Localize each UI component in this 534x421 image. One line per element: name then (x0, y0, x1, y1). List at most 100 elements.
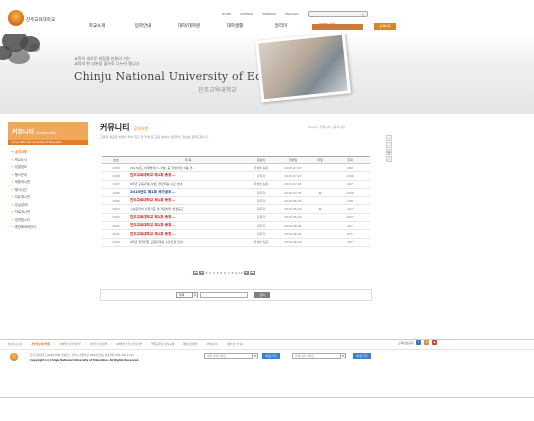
page-number[interactable]: 6 (224, 271, 227, 275)
table-row: 1939 2015년도 하계방학(7~8월) 중 학생식당 식품 안... 학생처 … (102, 163, 370, 173)
page-number[interactable]: 8 (231, 271, 234, 275)
cell-date: 2015-06-29 (276, 204, 310, 214)
university-logo[interactable]: 진주교육대학교 (8, 10, 68, 28)
footer-link-8[interactable]: 웹진 및 소식지 (227, 342, 243, 346)
facebook-icon[interactable]: f (416, 340, 422, 345)
table-row: 1936 2015년도 제1회 국가공무... 관리자 2015-07-01 ▤ 1229 (102, 188, 370, 198)
page-number[interactable]: 10 (239, 271, 244, 275)
sidebar-item-5[interactable]: 행사사진 (8, 187, 88, 195)
chevron-down-icon: ▾ (340, 354, 345, 359)
info-disclosure-label[interactable]: 교육정보공개 (398, 341, 413, 345)
file-icon[interactable]: ▤ (310, 188, 330, 198)
cell-title[interactable]: 8학년 입학전형 교원자격증 수강신청 안내 (130, 238, 246, 247)
util-home-link[interactable]: HOME (222, 12, 231, 16)
page-number[interactable]: 1 (205, 271, 208, 275)
header-search-input[interactable]: ⌕ (308, 11, 368, 17)
quick-select[interactable] (312, 24, 363, 30)
cell-file (310, 163, 330, 173)
footer-separator: | (146, 342, 148, 345)
page-number[interactable]: 5 (220, 271, 223, 275)
sidebar-item-0[interactable]: 공지사항 (8, 149, 88, 157)
page-number[interactable]: 2 (209, 271, 212, 275)
table-row: 1932 진주교육대학교 제1회 총장... 관리자 2015-06-25 907 (102, 221, 370, 231)
family-site-select-2[interactable]: 관계기관 사이트 ▾ (292, 353, 346, 359)
cell-title[interactable]: 2015년도 하계방학(7~8월) 중 학생식당 식품 안... (130, 163, 246, 173)
footer-link-7[interactable]: 관련사이트 (206, 342, 218, 346)
cell-author: 관리자 (246, 196, 276, 206)
footer-link-0[interactable]: 찾아오시는길 (8, 342, 22, 346)
sidebar-item-10[interactable]: 총장에게바란다 (8, 224, 88, 232)
footer-divider-2 (0, 349, 534, 350)
footer-link-4[interactable]: 이메일주소무단수집거부 (116, 342, 142, 346)
sidebar-item-8[interactable]: 자료게시판 (8, 209, 88, 217)
quick-button[interactable]: 홈페이지 (374, 23, 396, 30)
zoom-in-icon[interactable]: + (386, 135, 392, 141)
cell-title[interactable]: 진주교육대학교 제1회 총장... (130, 213, 246, 223)
sidebar-item-9[interactable]: 칭찬합시다 (8, 217, 88, 225)
sidebar-item-1[interactable]: 학교소식 (8, 157, 88, 165)
cell-title[interactable]: 진주교육대학교 제1회 총장... (130, 229, 246, 239)
cell-file (310, 213, 330, 223)
cell-views: 397 (330, 238, 370, 247)
cell-views: 708 (330, 196, 370, 206)
search-icon[interactable]: ⌕ (362, 12, 364, 17)
cell-title[interactable]: 진주교육대학교 제1회 총장... (130, 196, 246, 206)
cell-author: 관리자 (246, 221, 276, 231)
last-page-button[interactable]: ▶▶ (250, 271, 256, 275)
footer-link-2[interactable]: 이메일무단수집거부 (59, 342, 80, 346)
page-number[interactable]: 9 (235, 271, 238, 275)
next-page-button[interactable]: ▶ (244, 271, 250, 275)
sidebar-item-3[interactable]: 행사안내 (8, 172, 88, 180)
first-page-button[interactable]: ◀◀ (193, 271, 198, 275)
sidebar-item-2[interactable]: 입찰정보 (8, 164, 88, 172)
gnb-item-4[interactable]: 알리미 (258, 23, 304, 29)
sidebar-item-6[interactable]: 자유게시판 (8, 194, 88, 202)
board-search-input[interactable] (200, 292, 248, 298)
cell-title[interactable]: 2015년도 제1회 국가공무... (130, 188, 246, 198)
util-sitemap-link[interactable]: SITEMAP (240, 12, 253, 16)
cell-views: 260 (330, 163, 370, 173)
gnb-item-3[interactable]: 대학생활 (212, 23, 258, 29)
page-number[interactable]: 3 (213, 271, 216, 275)
footer-divider (0, 339, 534, 340)
footer-bottom-line (0, 397, 534, 398)
zoom-out-icon[interactable]: − (386, 142, 392, 148)
breadcrumb: Home | 커뮤니티 | 공지사항 (308, 125, 345, 129)
prev-page-button[interactable]: ◀ (199, 271, 204, 275)
page-description: 교육의 새로운 바탕이 되어 학교 전 학생 등 교육 분야의 실질적인 정보를… (100, 135, 209, 139)
sidebar-item-4[interactable]: 채용게시판 (8, 179, 88, 187)
util-webmail-link[interactable]: WEBMAIL (262, 12, 276, 16)
youtube-icon[interactable]: ▶ (432, 340, 438, 345)
cell-title[interactable]: 8학년 교육과정(각론) 현장적용 수요 안내 (130, 180, 246, 189)
page-number[interactable]: 7 (227, 271, 230, 275)
cell-author: 관리자 (246, 204, 276, 214)
family-site-select-1[interactable]: 대학 관련사이트 ▾ (204, 353, 258, 359)
gnb-item-0[interactable]: 학교소개 (74, 23, 120, 29)
family-site-go-2[interactable]: 바로가기 (353, 353, 371, 359)
cell-views: 1096 (330, 171, 370, 181)
cell-title[interactable]: 진주교육대학교 제1회 총장... (130, 221, 246, 231)
cell-date: 2015-06-30 (276, 196, 310, 206)
util-english-link[interactable]: ENGLISH (285, 12, 298, 16)
sidebar-item-7[interactable]: 분실/습득 (8, 202, 88, 210)
cell-no: 1930 (102, 238, 130, 247)
print-icon[interactable]: ⎙ (386, 156, 392, 162)
pagination: ◀◀ ◀ 1 2 3 4 5 6 7 8 9 10 ▶ ▶▶ (193, 271, 256, 275)
footer-link-3[interactable]: 저작권 보호정책 (90, 342, 108, 346)
footer-link-1[interactable]: 개인정보처리방침 (31, 342, 50, 346)
file-icon[interactable]: ▤ (310, 204, 330, 214)
blog-icon[interactable]: b (424, 340, 430, 345)
search-button[interactable]: 검색 (254, 292, 270, 298)
cell-title[interactable]: 시설관리비 산정기준 및 적용방안 변경공고 (130, 204, 246, 214)
table-row: 1930 8학년 입학전형 교원자격증 수강신청 안내 학생처 팀장 2015-06-… (102, 238, 370, 247)
family-site-go-1[interactable]: 바로가기 (262, 353, 280, 359)
gnb-item-2[interactable]: 대학/대학원 (166, 23, 212, 29)
footer-link-5[interactable]: 책임공개 및 정보공개 (151, 342, 174, 346)
cell-title[interactable]: 진주교육대학교 제1회 총장... (130, 171, 246, 181)
search-field-select[interactable]: 제목 ▾ (176, 292, 198, 298)
cell-date: 2015-06-23 (276, 238, 310, 247)
reset-icon[interactable]: ▣ (386, 149, 392, 155)
gnb-item-1[interactable]: 입학안내 (120, 23, 166, 29)
footer-link-6[interactable]: 웹접근성정책 (183, 342, 197, 346)
page-number[interactable]: 4 (216, 271, 219, 275)
